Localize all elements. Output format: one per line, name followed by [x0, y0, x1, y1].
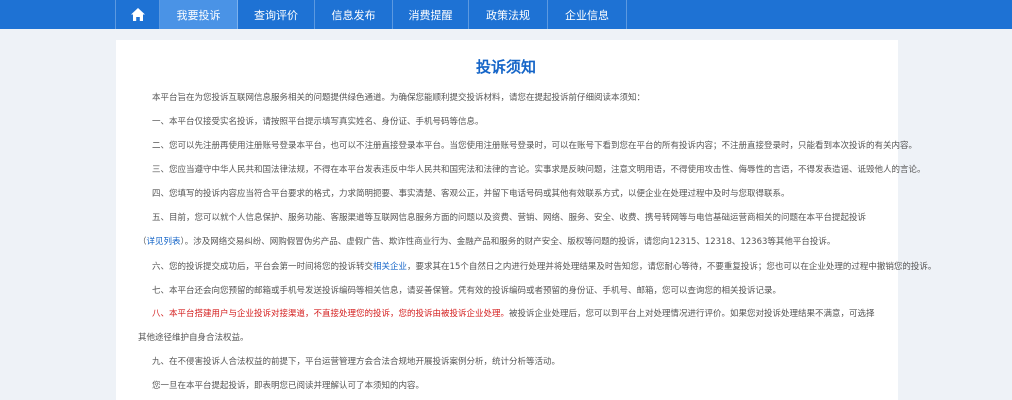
- related-enterprise-link[interactable]: 相关企业: [373, 262, 407, 272]
- notice-item-8-warning: 八、本平台搭建用户与企业投诉对接渠道，不直接处理您的投诉，您的投诉由被投诉企业处…: [152, 309, 510, 319]
- notice-item-6: 六、您的投诉提交成功后，平台会第一时间将您的投诉转交相关企业，要求其在15个自然…: [152, 262, 936, 273]
- home-icon: [130, 8, 145, 21]
- notice-intro: 本平台旨在为您投诉互联网信息服务相关的问题提供绿色通道。为确保您能顺利提交投诉材…: [152, 93, 646, 103]
- notice-item-8: 八、本平台搭建用户与企业投诉对接渠道，不直接处理您的投诉，您的投诉由被投诉企业处…: [138, 302, 878, 350]
- notice-closing: 您一旦在本平台提起投诉，即表明您已阅读并理解认可了本须知的内容。: [152, 381, 425, 391]
- tab-consumer-alerts[interactable]: 消费提醒: [393, 0, 469, 29]
- notice-item-2: 二、您可以先注册再使用注册账号登录本平台，也可以不注册直接登录本平台。当您使用注…: [152, 141, 918, 151]
- top-nav-bar: 我要投诉 查询评价 信息发布 消费提醒 政策法规 企业信息: [0, 0, 1012, 29]
- list-details-link[interactable]: 详见列表: [147, 237, 181, 247]
- notice-item-6-text-b: ，要求其在15个自然日之内进行处理并将处理结果及时告知您，请您耐心等待，不要重复…: [407, 262, 937, 272]
- tab-enterprise-info[interactable]: 企业信息: [548, 0, 627, 29]
- tab-policies-regulations[interactable]: 政策法规: [469, 0, 548, 29]
- notice-item-6-text-a: 六、您的投诉提交成功后，平台会第一时间将您的投诉转交: [152, 262, 374, 272]
- tab-query-evaluate[interactable]: 查询评价: [238, 0, 315, 29]
- notice-item-5: 五、目前，您可以就个人信息保护、服务功能、客服渠道等互联网信息服务方面的问题以及…: [138, 206, 878, 254]
- notice-item-3: 三、您应当遵守中华人民共和国法律法规，不得在本平台发表违反中华人民共和国宪法和法…: [152, 165, 926, 175]
- notice-item-5-text-b: ）。涉及网络交易纠纷、网购假冒伪劣产品、虚假广告、欺诈性商业行为、金融产品和服务…: [180, 237, 836, 247]
- notice-item-4: 四、您填写的投诉内容应当符合平台要求的格式，力求简明扼要、事实清楚、客观公正，并…: [152, 189, 790, 199]
- notice-item-7: 七、本平台还会向您预留的邮箱或手机号发送投诉编码等相关信息，请妥善保管。凭有效的…: [152, 286, 782, 296]
- tab-submit-complaint[interactable]: 我要投诉: [160, 0, 238, 29]
- tab-info-release[interactable]: 信息发布: [315, 0, 393, 29]
- home-button[interactable]: [115, 0, 160, 29]
- notice-item-9: 九、在不侵害投诉人合法权益的前提下，平台运营管理方会合法合规地开展投诉案例分析，…: [152, 357, 561, 367]
- notice-item-1: 一、本平台仅接受实名投诉，请按照平台提示填写真实姓名、身份证、手机号码等信息。: [152, 117, 484, 127]
- page-title: 投诉须知: [475, 58, 536, 76]
